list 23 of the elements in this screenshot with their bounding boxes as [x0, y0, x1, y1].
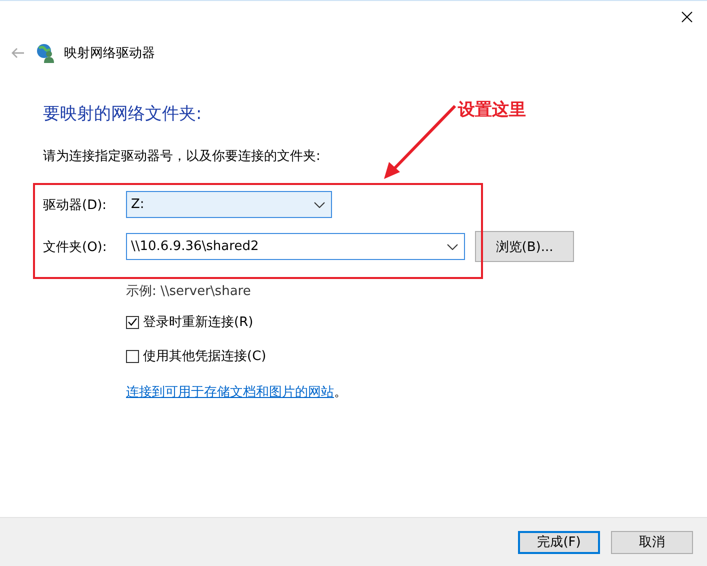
window-title: 映射网络驱动器 — [64, 45, 155, 62]
chevron-down-icon — [447, 244, 458, 250]
combo-box[interactable]: \\10.6.9.36\shared2 — [126, 233, 465, 260]
back-arrow-icon — [11, 47, 25, 59]
example-text: 示例: \\server\share — [126, 283, 252, 300]
instruction-text: 请为连接指定驱动器号，以及你要连接的文件夹: — [43, 148, 322, 165]
field-label: 驱动器(D): — [43, 196, 108, 214]
period-text: 。 — [334, 384, 347, 401]
chevron-down-icon — [314, 202, 325, 208]
field-label: 文件夹(O): — [43, 238, 108, 256]
page-heading: 要映射的网络文件夹: — [43, 103, 202, 125]
checkbox[interactable] — [126, 350, 139, 362]
combo-box[interactable]: Z: — [126, 191, 332, 218]
network-globe-icon — [36, 43, 56, 63]
close-icon — [681, 11, 693, 23]
browse-button[interactable]: 浏览(B)... — [475, 231, 574, 262]
annotation-text: 设置这里 — [458, 99, 526, 121]
checkbox[interactable] — [126, 316, 139, 328]
website-link[interactable]: 连接到可用于存储文档和图片的网站 — [126, 383, 334, 401]
dialog-button[interactable]: 完成(F) — [518, 530, 600, 554]
dialog-button[interactable]: 取消 — [611, 530, 693, 554]
checkbox-label: 登录时重新连接(R) — [143, 314, 254, 331]
checkbox-label: 使用其他凭据连接(C) — [143, 348, 266, 365]
